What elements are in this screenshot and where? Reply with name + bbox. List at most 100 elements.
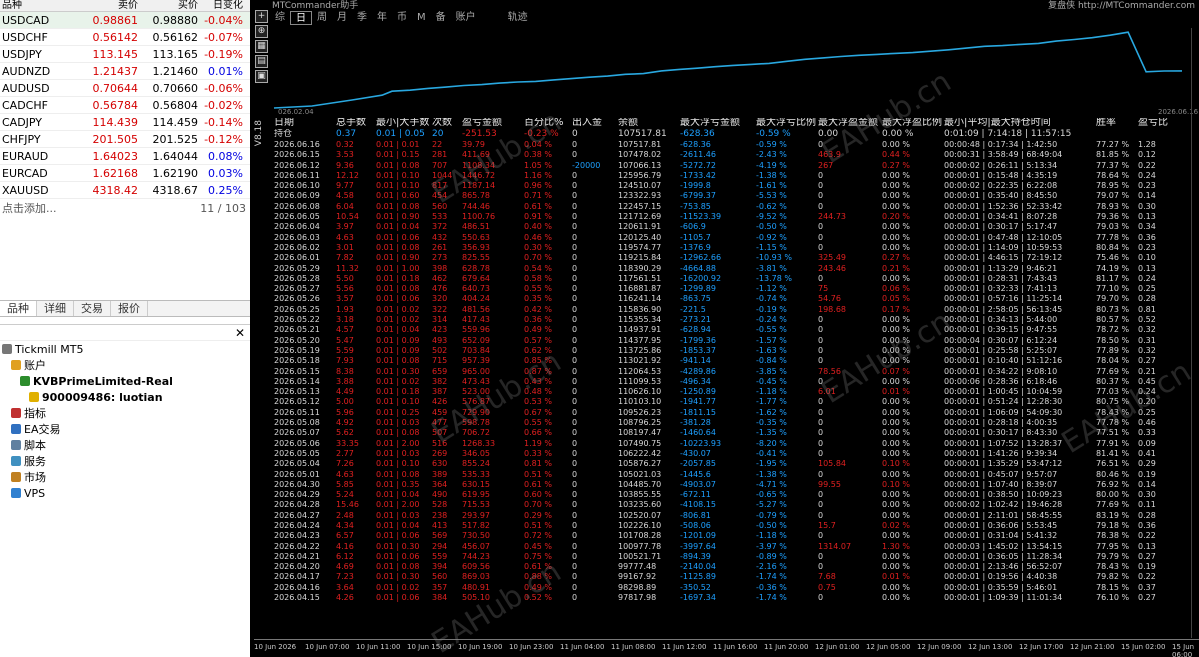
market-watch-row[interactable]: XAUUSD 4318.42 4318.67 0.25%	[0, 182, 250, 199]
cell: 0.09	[1138, 438, 1156, 448]
col-symbol[interactable]: 品种	[0, 0, 78, 11]
market-watch-row[interactable]: USDCAD 0.98861 0.98880 -0.04%	[0, 12, 250, 29]
time-tick: 10 Jun 2026	[254, 643, 297, 651]
close-icon[interactable]: ✕	[235, 326, 245, 340]
cell: 0.96 %	[524, 181, 552, 191]
navigator-item[interactable]: VPS	[0, 485, 250, 501]
time-tick: 12 Jun 13:00	[968, 643, 1013, 651]
cell: 出入金	[572, 118, 602, 128]
cell: 0.49 %	[524, 325, 552, 335]
cell: -0.65 %	[756, 490, 787, 500]
tab-trading[interactable]: 交易	[74, 301, 111, 316]
period-tab[interactable]: 备	[431, 11, 451, 25]
cell: -9.52 %	[756, 212, 787, 222]
cell: 865.78	[462, 191, 490, 201]
cell: -0.45 %	[756, 376, 787, 386]
cell: 0.48 %	[524, 387, 552, 397]
scripts-icon	[11, 440, 21, 450]
market-watch-row[interactable]: CHFJPY 201.505 201.525 -0.12%	[0, 131, 250, 148]
ask-price: 0.70660	[152, 81, 199, 95]
navigator-item[interactable]: 指标	[0, 405, 250, 421]
chart-icon[interactable]: ▤	[255, 55, 268, 68]
cell: 0	[572, 263, 578, 273]
time-tick: 11 Jun 08:00	[611, 643, 656, 651]
table-row: 2026.04.20 4.69 0.01 | 0.08 394 609.56 0.61 %…	[274, 562, 1189, 572]
cell: -508.06	[680, 520, 711, 530]
cell: 3.97	[336, 222, 354, 232]
period-tab[interactable]: 年	[372, 11, 392, 25]
navigator-item[interactable]: Tickmill MT5	[0, 341, 250, 357]
grid-icon[interactable]: ▦	[255, 40, 268, 53]
cell: 0	[572, 428, 578, 438]
navigator-item[interactable]: 脚本	[0, 437, 250, 453]
market-watch-row[interactable]: CADCHF 0.56784 0.56804 -0.02%	[0, 97, 250, 114]
market-watch-row[interactable]: USDJPY 113.145 113.165 -0.19%	[0, 46, 250, 63]
tab-ticks[interactable]: 报价	[111, 301, 148, 316]
holding-row: 持仓 0.37 0.01 | 0.05 20 -251.53 -0.23 % 0 107517…	[274, 129, 1189, 140]
cell: 78.72 %	[1096, 325, 1130, 335]
save-icon[interactable]: ▣	[255, 70, 268, 83]
table-row: 2026.05.26 3.57 0.01 | 0.06 320 404.24 0.35 %…	[274, 294, 1189, 304]
cell: 0.33 %	[524, 448, 552, 458]
tab-symbols[interactable]: 品种	[0, 301, 37, 316]
market-watch-row[interactable]: AUDUSD 0.70644 0.70660 -0.06%	[0, 80, 250, 97]
cell: 0.01 | 0.02	[376, 304, 420, 314]
crosshair-icon[interactable]: +	[255, 10, 268, 23]
cell: 0	[572, 582, 578, 592]
period-tab[interactable]: 账户	[451, 11, 481, 25]
brand-link[interactable]: 复盘侠 http://MTCommander.com	[1048, 0, 1195, 10]
cell: 0.67 %	[524, 407, 552, 417]
market-watch-row[interactable]: CADJPY 114.439 114.459 -0.14%	[0, 114, 250, 131]
period-tab[interactable]: 轨迹	[503, 11, 533, 25]
cell: -941.14	[680, 356, 711, 366]
cell: 0	[572, 418, 578, 428]
cell: -5.53 %	[756, 191, 787, 201]
col-ask[interactable]: 买价	[138, 0, 198, 11]
table-row: 2026.05.18 7.93 0.01 | 0.08 715 957.39 0.85 %…	[274, 356, 1189, 366]
period-tab[interactable]: 币	[392, 11, 412, 25]
market-watch-row[interactable]: EURCAD 1.62168 1.62190 0.03%	[0, 165, 250, 182]
cell: 108197.47	[618, 428, 662, 438]
cell: 0.10 %	[882, 459, 910, 469]
market-watch-row[interactable]: EURAUD 1.64023 1.64044 0.08%	[0, 148, 250, 165]
tab-details[interactable]: 详细	[37, 301, 74, 316]
period-tab[interactable]: 月	[332, 11, 352, 25]
cell: 0.01 | 0.03	[376, 448, 420, 458]
cell: 118390.29	[618, 263, 662, 273]
cell: 0.01 | 0.30	[376, 572, 420, 582]
col-change[interactable]: 日变化	[198, 0, 246, 11]
navigator-item[interactable]: KVBPrimeLimited-Real	[0, 373, 250, 389]
scrollbar[interactable]	[1191, 28, 1199, 638]
navigator-item[interactable]: 900009486: luotian	[0, 389, 250, 405]
period-tab[interactable]: 周	[312, 11, 332, 25]
navigator-item[interactable]: EA交易	[0, 421, 250, 437]
cell: 120125.40	[618, 232, 662, 242]
chart-window[interactable]: MTCommander助手 复盘侠 http://MTCommander.com…	[254, 0, 1199, 657]
navigator-item[interactable]: 市场	[0, 469, 250, 485]
market-watch-row[interactable]: AUDNZD 1.21437 1.21460 0.01%	[0, 63, 250, 80]
cell: 0.01 %	[882, 387, 910, 397]
cell: -806.81	[680, 510, 711, 520]
navigator-item[interactable]: 服务	[0, 453, 250, 469]
navigator-item[interactable]: 账户	[0, 357, 250, 373]
cell: 79.03 %	[1096, 222, 1130, 232]
add-symbol-link[interactable]: 点击添加...	[2, 200, 57, 216]
zoom-icon[interactable]: ⊕	[255, 25, 268, 38]
cell: 463.9	[818, 150, 841, 160]
cell: 75.46 %	[1096, 253, 1130, 263]
period-tab[interactable]: 季	[352, 11, 372, 25]
cell: 0.01 | 0.15	[376, 150, 420, 160]
cell: 1100.76	[462, 212, 496, 222]
table-row: 2026.05.29 11.32 0.01 | 1.00 398 628.78 0.54 …	[274, 264, 1189, 274]
cell: 0.01 | 0.60	[376, 191, 420, 201]
cell: 0.30	[1138, 490, 1156, 500]
cell: 119574.77	[618, 242, 662, 252]
col-bid[interactable]: 卖价	[78, 0, 138, 11]
period-tab[interactable]: 日	[290, 11, 312, 25]
period-tab[interactable]: M	[412, 11, 431, 25]
cell: 0	[572, 593, 578, 603]
cell: 日期	[274, 118, 294, 128]
market-watch-row[interactable]: USDCHF 0.56142 0.56162 -0.07%	[0, 29, 250, 46]
cell: 2026.05.20	[274, 335, 320, 345]
period-tab[interactable]: 综	[270, 11, 290, 25]
